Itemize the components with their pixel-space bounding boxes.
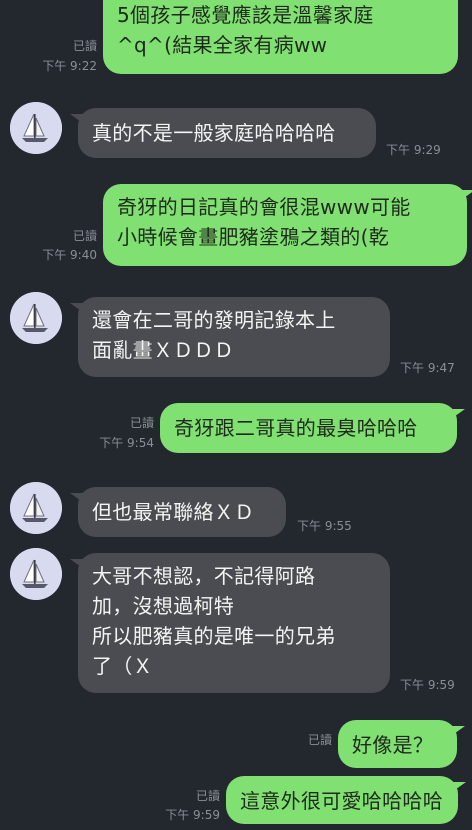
- sailboat-avatar-icon[interactable]: [10, 482, 62, 534]
- incoming-message-bubble[interactable]: 還會在二哥的發明記錄本上 面亂畫ＸＤＤＤ: [78, 297, 390, 377]
- message-text-line: 了（Ｘ: [92, 654, 153, 678]
- timestamp: 下午 9:59: [400, 678, 455, 692]
- incoming-message-bubble[interactable]: 大哥不想認，不記得阿路 加，沒想過柯特所以肥豬真的是唯一的兄弟 了（Ｘ: [78, 553, 390, 693]
- message-text-line: 面亂畫ＸＤＤＤ: [92, 338, 235, 362]
- outgoing-message-bubble[interactable]: 好像是？: [338, 720, 457, 768]
- message-text-line: 小時候會畫肥豬塗鴉之類的(乾: [117, 225, 390, 249]
- bubble-tail: [70, 303, 84, 313]
- message-text-line: 真的不是一般家庭哈哈哈哈: [92, 121, 336, 145]
- bubble-tail: [451, 409, 465, 419]
- message-text-line: ^q^(結果全家有病ww: [117, 33, 328, 57]
- outgoing-message-bubble[interactable]: 奇犽的日記真的會很混www可能 小時候會畫肥豬塗鴉之類的(乾: [103, 184, 467, 266]
- sailboat-avatar-icon[interactable]: [10, 102, 62, 154]
- timestamp: 下午 9:22: [42, 59, 97, 73]
- sailboat-avatar-icon[interactable]: [10, 548, 62, 600]
- read-receipt: 已讀: [307, 733, 332, 747]
- message-text-line: 奇犽跟二哥真的最臭哈哈哈: [174, 416, 418, 440]
- bubble-tail: [452, 782, 466, 792]
- outgoing-message-bubble[interactable]: 這意外很可愛哈哈哈哈: [226, 776, 458, 824]
- message-text-line: 所以肥豬真的是唯一的兄弟: [92, 624, 336, 648]
- message-text-line: 大哥不想認，不記得阿路: [92, 564, 316, 588]
- timestamp: 下午 9:40: [42, 248, 97, 262]
- timestamp: 下午 9:54: [99, 436, 154, 450]
- outgoing-message-bubble[interactable]: 5個孩子感覺應該是溫馨家庭 ^q^(結果全家有病ww: [103, 0, 458, 74]
- message-text-line: 還會在二哥的發明記錄本上: [92, 308, 336, 332]
- timestamp: 下午 9:47: [400, 361, 455, 375]
- read-receipt: 已讀: [129, 416, 154, 430]
- timestamp: 下午 9:59: [165, 808, 220, 822]
- read-receipt: 已讀: [195, 789, 220, 803]
- bubble-tail: [70, 114, 84, 124]
- outgoing-message-bubble[interactable]: 奇犽跟二哥真的最臭哈哈哈: [160, 403, 457, 453]
- timestamp: 下午 9:55: [297, 519, 352, 533]
- bubble-tail: [461, 190, 472, 200]
- sailboat-avatar-icon[interactable]: [10, 292, 62, 344]
- read-receipt: 已讀: [72, 39, 97, 53]
- message-text-line: 5個孩子感覺應該是溫馨家庭: [117, 3, 374, 27]
- bubble-tail: [70, 493, 84, 503]
- incoming-message-bubble[interactable]: 真的不是一般家庭哈哈哈哈: [78, 108, 376, 158]
- message-text-line: 但也最常聯絡ＸＤ: [92, 500, 255, 524]
- bubble-tail: [70, 559, 84, 569]
- message-text-line: 好像是？: [352, 733, 434, 757]
- timestamp: 下午 9:29: [386, 143, 441, 157]
- incoming-message-bubble[interactable]: 但也最常聯絡ＸＤ: [78, 487, 286, 537]
- bubble-tail: [451, 726, 465, 736]
- message-text-line: 奇犽的日記真的會很混www可能: [117, 195, 411, 219]
- chat-window: 5個孩子感覺應該是溫馨家庭 ^q^(結果全家有病ww 已讀 下午 9:22 真的不是一般…: [0, 0, 472, 830]
- message-text-line: 加，沒想過柯特: [92, 594, 235, 618]
- message-text-line: 這意外很可愛哈哈哈哈: [240, 789, 443, 813]
- read-receipt: 已讀: [72, 229, 97, 243]
